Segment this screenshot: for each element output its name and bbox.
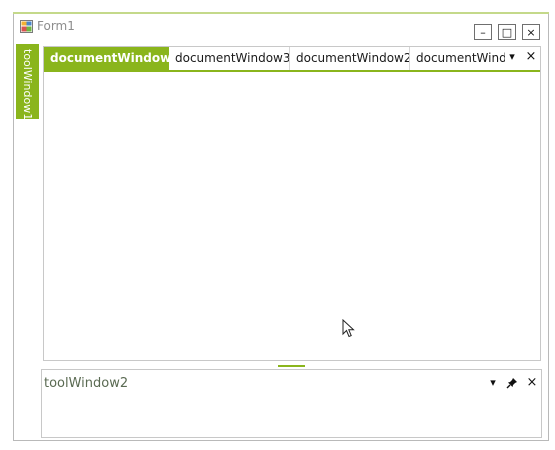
splitter-grip[interactable]	[278, 365, 305, 367]
dropdown-icon[interactable]: ▾	[505, 50, 519, 64]
close-icon[interactable]: ×	[524, 50, 538, 64]
maximize-icon: □	[501, 25, 513, 39]
minimize-icon: –	[480, 25, 486, 39]
close-button[interactable]: ×	[522, 24, 540, 40]
tool-window-2: toolWindow2 ▾ ×	[41, 369, 542, 438]
window-title: Form1	[37, 19, 75, 33]
pin-icon[interactable]	[505, 376, 519, 390]
close-icon[interactable]: ×	[525, 376, 539, 390]
tool-window-1-tab[interactable]: toolWindow1	[16, 44, 39, 121]
document-content[interactable]	[44, 72, 540, 360]
tool-window-1-tab-label: toolWindow1	[21, 49, 34, 121]
form-app-icon	[20, 20, 33, 33]
document-container: documentWindow4 documentWindow3 document…	[43, 46, 541, 361]
tab-document-window-1[interactable]: documentWindow1	[410, 47, 506, 70]
close-icon: ×	[526, 25, 536, 39]
tab-document-window-2[interactable]: documentWindow2	[290, 47, 410, 70]
maximize-button[interactable]: □	[498, 24, 516, 40]
tool-window-2-title: toolWindow2	[44, 376, 129, 391]
tab-document-window-3[interactable]: documentWindow3	[169, 47, 290, 70]
minimize-button[interactable]: –	[474, 24, 492, 40]
mouse-cursor-icon	[342, 319, 355, 338]
tab-document-window-4[interactable]: documentWindow4	[44, 47, 169, 70]
dropdown-icon[interactable]: ▾	[486, 376, 500, 390]
document-tab-strip: documentWindow4 documentWindow3 document…	[44, 47, 540, 72]
